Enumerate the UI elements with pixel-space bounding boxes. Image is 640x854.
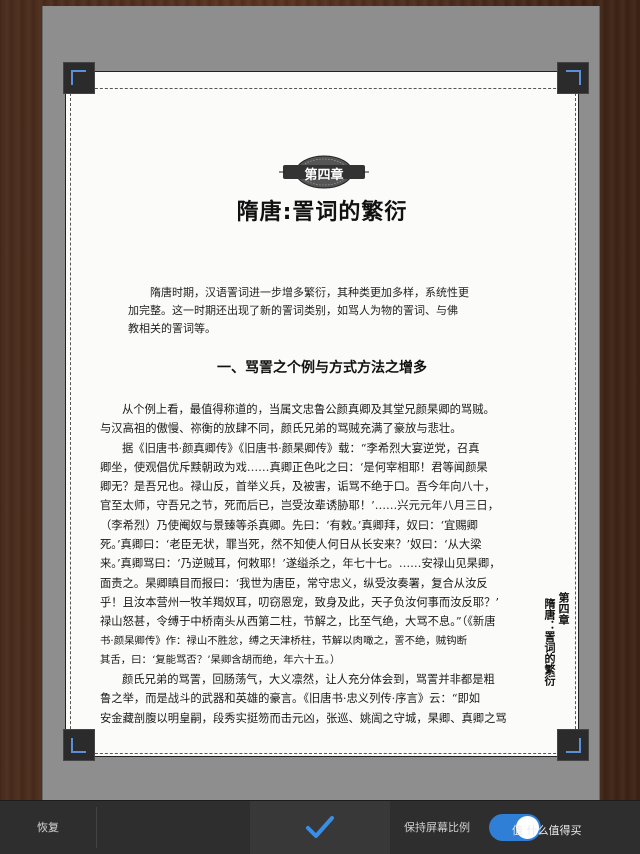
chapter-intro: 隋唐时期，汉语詈词进一步增多繁衍，其种类更加多样，系统性更 加完整。这一时期还出… (128, 284, 508, 338)
body-line: 死。’真卿曰：‘老臣无状，罪当死，然不知使人何日从长安来？’奴曰：‘从大梁 (100, 538, 482, 552)
crop-handle-bottom-right[interactable] (557, 729, 589, 761)
corner-bottom-right-icon (566, 738, 581, 753)
body-line: 书·颜杲卿传》作：禄山不胜忿，缚之天津桥柱，节解以肉噉之，詈不绝，贼钩断 (100, 634, 467, 647)
body-line: 其舌，曰：‘复能骂否？’杲卿含胡而绝，年六十五。） (100, 653, 341, 666)
restore-button[interactable]: 恢复 (0, 801, 96, 854)
intro-line: 加完整。这一时期还出现了新的詈词类别，如骂人为物的詈词、与佛 (128, 304, 458, 317)
body-line: 从个例上看，最值得称道的，当属文忠鲁公颜真卿及其堂兄颜杲卿的骂贼。 (122, 403, 495, 416)
watermark-text: 值 什么值得买 (512, 824, 582, 837)
body-line: 乎！且汝本营州一牧羊羯奴耳，叨窃恩宠，致身及此，天子负汝何事而汝反耶？’ (100, 595, 499, 609)
section-title: 一、骂詈之个例与方式方法之增多 (217, 360, 427, 376)
intro-line: 教相关的詈词等。 (128, 322, 216, 335)
confirm-button[interactable] (250, 801, 390, 854)
body-line: 来。’真卿骂曰：‘乃逆贼耳，何敕耶！’遂缢杀之，年七十七。……安禄山见杲卿， (100, 557, 501, 571)
check-icon (306, 816, 334, 838)
running-header-title: 隋唐：詈词的繁衍 (543, 598, 556, 686)
running-header: 第四章 隋唐：詈词的繁衍 (543, 592, 570, 686)
crop-handle-bottom-left[interactable] (63, 729, 95, 761)
scanned-page: 第四章 隋唐:詈词的繁衍 隋唐时期，汉语詈词进一步增多繁衍，其种类更加多样，系统… (66, 72, 578, 756)
chapter-badge-label: 第四章 (304, 168, 344, 183)
body-line: 卿无？是吾兄也。禄山反，首举义兵，及被害，诟骂不绝于口。吾今年向八十， (100, 480, 496, 494)
body-line: 卿坐，使观倡优斥黩朝政为戏……真卿正色叱之曰：‘是何宰相耶！君等闻颜杲 (100, 460, 488, 474)
crop-handle-top-left[interactable] (63, 62, 95, 94)
body-line: 鲁之举，而是战斗的武器和英雄的豪言。《旧唐书·忠义列传·序言》云：“即如 (100, 692, 481, 706)
body-line: 面责之。杲卿瞋目而报曰：‘我世为唐臣，常守忠义，纵受汝奏署，复合从汝反 (100, 576, 488, 590)
chapter-badge: 第四章 (279, 155, 369, 189)
corner-bottom-left-icon (71, 738, 86, 753)
body-line: 安金藏剖腹以明皇嗣，段秀实挺笏而击元凶，张巡、姚訚之守城，杲卿、真卿之骂 (100, 711, 507, 725)
body-line: 颜氏兄弟的骂詈，回肠荡气，大义凛然，让人充分体会到，骂詈并非都是粗 (122, 673, 495, 687)
body-text: 从个例上看，最值得称道的，当属文忠鲁公颜真卿及其堂兄颜杲卿的骂贼。 与汉高祖的傲… (100, 400, 518, 728)
body-line: 禄山怒甚，令缚于中桥南头从西第二柱，节解之，比至气绝，大骂不息。”（《新唐 (100, 615, 496, 629)
body-line: 官至太师，守吾兄之节，死而后已，岂受汝辈诱胁耶！’……兴元元年八月三日， (100, 499, 499, 513)
body-line: 据《旧唐书·颜真卿传》《旧唐书·颜杲卿传》载：“李希烈大宴逆党，召真 (122, 441, 480, 455)
corner-top-right-icon (566, 70, 581, 85)
body-line: 与汉高祖的傲慢、祢衡的放肆不同，颜氏兄弟的骂贼充满了豪放与悲壮。 (100, 422, 462, 436)
chapter-title: 隋唐:詈词的繁衍 (236, 200, 408, 225)
toolbar-divider (96, 807, 97, 848)
keep-ratio-label: 保持屏幕比例 (404, 821, 470, 834)
running-header-chapter: 第四章 (557, 592, 570, 625)
intro-line: 隋唐时期，汉语詈词进一步增多繁衍，其种类更加多样，系统性更 (150, 286, 469, 299)
crop-handle-top-right[interactable] (557, 62, 589, 94)
body-line: （李希烈）乃使阉奴与景臻等杀真卿。先曰：‘有敕。’真卿拜，奴曰：‘宜赐卿 (100, 518, 478, 532)
watermark: 值 什么值得买 (512, 822, 582, 838)
corner-top-left-icon (71, 70, 86, 85)
